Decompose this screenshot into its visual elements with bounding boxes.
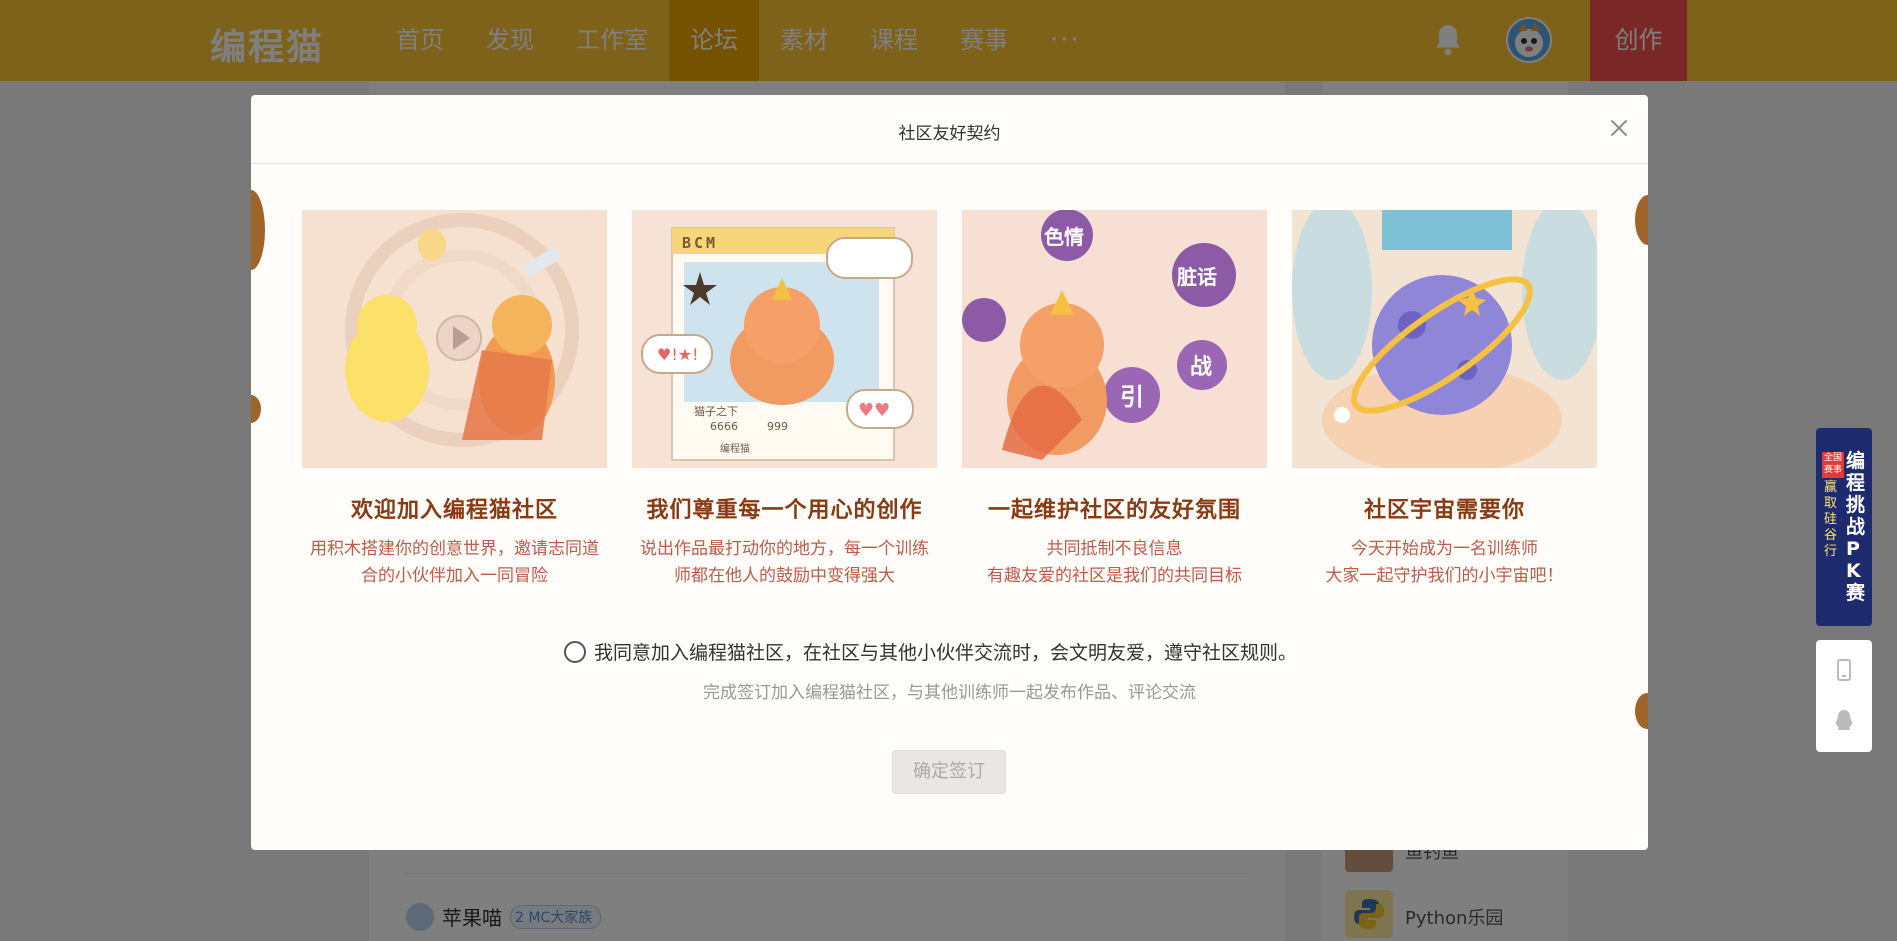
- ad-tag: 全国赛事: [1822, 452, 1844, 478]
- card2-footer: 编程猫: [720, 442, 750, 455]
- contract-card-1: 欢迎加入编程猫社区 用积木搭建你的创意世界，邀请志同道 合的小伙伴加入一同冒险: [302, 210, 607, 590]
- phone-icon[interactable]: [1832, 658, 1856, 682]
- card-desc-4: 今天开始成为一名训练师 大家一起守护我们的小宇宙吧！: [1292, 536, 1597, 590]
- card-title-4: 社区宇宙需要你: [1363, 498, 1525, 523]
- contract-card-3: 色情 脏话 引 战 一起维护社区的友好氛围 共同抵制不良信息 有趣友爱的社区是我…: [962, 210, 1267, 590]
- agree-label[interactable]: 我同意加入编程猫社区，在社区与其他小伙伴交流时，会文明友爱，遵守社区规则。: [594, 638, 1297, 665]
- card-desc-1: 用积木搭建你的创意世界，邀请志同道 合的小伙伴加入一同冒险: [302, 536, 607, 590]
- floating-tools: [1816, 640, 1872, 752]
- card-desc-line: 说出作品最打动你的地方，每一个训练: [640, 539, 929, 559]
- card3-bubble-2: 脏话: [1177, 265, 1217, 289]
- card2-author: 猫子之下: [694, 404, 738, 418]
- card2-likes: 999: [767, 420, 788, 433]
- card3-bubble-1: 色情: [1044, 225, 1084, 249]
- qq-penguin-icon[interactable]: [1832, 708, 1856, 732]
- card-desc-line: 师都在他人的鼓励中变得强大: [674, 566, 895, 586]
- card-title-2: 我们尊重每一个用心的创作: [646, 498, 923, 523]
- paint-splat-decoration: [251, 190, 265, 270]
- card-desc-line: 用积木搭建你的创意世界，邀请志同道: [310, 539, 599, 559]
- card-title-3: 一起维护社区的友好氛围: [987, 498, 1241, 523]
- modal-header: 社区友好契约: [251, 95, 1648, 164]
- card3-bubble-3: 引: [1120, 383, 1144, 411]
- card-title-1: 欢迎加入编程猫社区: [350, 498, 558, 523]
- confirm-sign-button[interactable]: 确定签订: [892, 750, 1006, 794]
- agree-checkbox-row[interactable]: 我同意加入编程猫社区，在社区与其他小伙伴交流时，会文明友爱，遵守社区规则。: [564, 638, 1297, 665]
- card-desc-2: 说出作品最打动你的地方，每一个训练 师都在他人的鼓励中变得强大: [632, 536, 937, 590]
- card-illustration-4: [1292, 210, 1597, 468]
- card-desc-3: 共同抵制不良信息 有趣友爱的社区是我们的共同目标: [962, 536, 1267, 590]
- card-desc-line: 大家一起守护我们的小宇宙吧！: [1325, 566, 1564, 586]
- card-illustration-3: 色情 脏话 引 战: [962, 210, 1267, 468]
- pk-contest-ad[interactable]: 全国赛事 编程挑战PK赛 赢取硅谷行: [1816, 428, 1872, 626]
- svg-text:♥♥: ♥♥: [858, 400, 890, 421]
- close-icon[interactable]: [1606, 115, 1632, 141]
- card-illustration-2: BCM ♥!★! ♥♥ 猫子之下 6666 999 编程猫: [632, 210, 937, 468]
- ad-subtitle: 赢取硅谷行: [1824, 480, 1838, 559]
- card-illustration-1: [302, 210, 607, 468]
- card-desc-line: 有趣友爱的社区是我们的共同目标: [987, 566, 1242, 586]
- ad-title: 编程挑战PK赛: [1846, 450, 1866, 604]
- agree-radio[interactable]: [564, 640, 586, 663]
- contract-card-4: 社区宇宙需要你 今天开始成为一名训练师 大家一起守护我们的小宇宙吧！: [1292, 210, 1597, 590]
- paint-splat-decoration: [1635, 195, 1648, 245]
- card2-brand: BCM: [682, 234, 718, 252]
- community-agreement-modal: 社区友好契约 欢迎加入编程猫社区 用积木搭建你的创意世界，邀请志同道 合的小伙伴…: [251, 95, 1648, 850]
- card-desc-line: 合的小伙伴加入一同冒险: [361, 566, 548, 586]
- paint-splat-decoration: [251, 395, 261, 423]
- contract-card-2: BCM ♥!★! ♥♥ 猫子之下 6666 999 编程猫 我们尊重每一个用心的…: [632, 210, 937, 590]
- card2-views: 6666: [710, 420, 738, 433]
- card3-bubble-4: 战: [1190, 355, 1212, 380]
- card-desc-line: 今天开始成为一名训练师: [1351, 539, 1538, 559]
- modal-title: 社区友好契约: [898, 124, 1001, 144]
- agree-hint: 完成签订加入编程猫社区，与其他训练师一起发布作品、评论交流: [703, 683, 1196, 703]
- svg-text:♥!★!: ♥!★!: [657, 345, 699, 364]
- card-desc-line: 共同抵制不良信息: [1046, 539, 1183, 559]
